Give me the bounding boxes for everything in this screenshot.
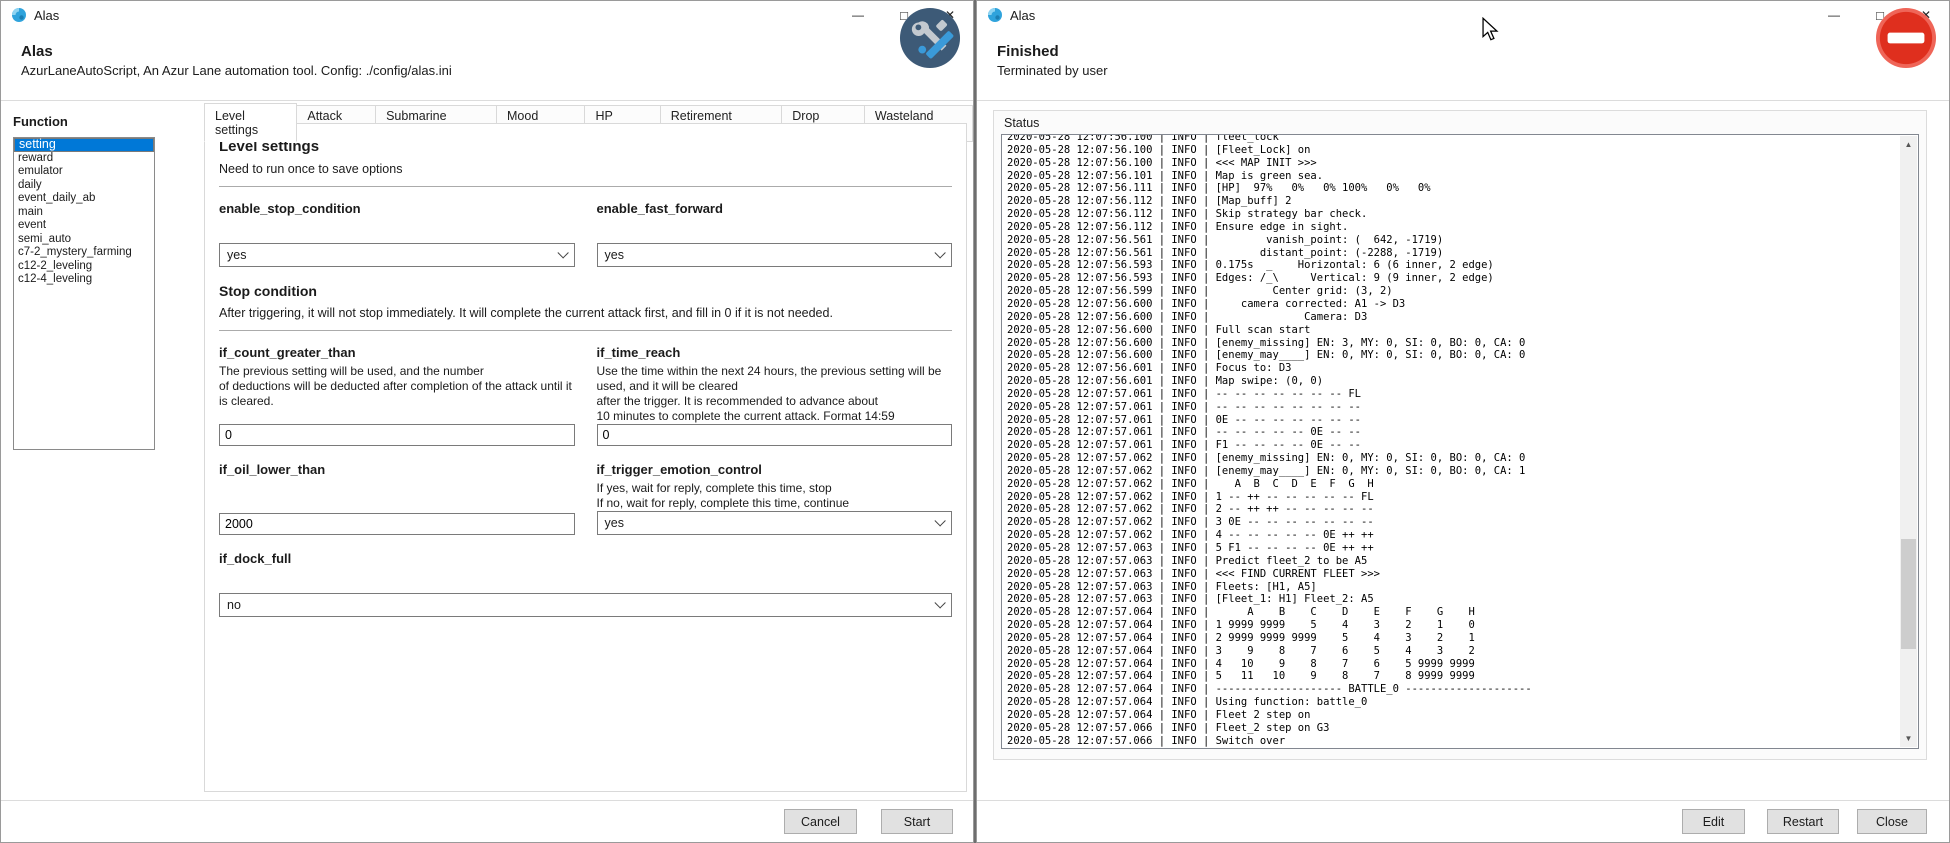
select-value: yes — [605, 248, 624, 262]
field-description: Use the time within the next 24 hours, t… — [597, 364, 953, 424]
log-text: 2020-05-28 12:07:56.100 | INFO | fleet_l… — [1007, 134, 1918, 749]
left-button-bar: Cancel Start — [1, 800, 973, 842]
select-value: yes — [227, 248, 246, 262]
alas-logo-icon — [987, 7, 1003, 23]
function-item-daily[interactable]: daily — [14, 179, 154, 193]
function-item-event[interactable]: event — [14, 219, 154, 233]
field-label: enable_stop_condition — [219, 201, 575, 216]
field-label: if_count_greater_than — [219, 345, 575, 360]
titlebar[interactable]: Alas — □ ✕ — [1, 1, 973, 29]
minimize-button[interactable]: — — [835, 1, 881, 29]
titlebar[interactable]: Alas — □ ✕ — [977, 1, 1949, 29]
function-item-c12-2_leveling[interactable]: c12-2_leveling — [14, 260, 154, 274]
field-if-trigger-emotion-control: if_trigger_emotion_control If yes, wait … — [597, 462, 953, 535]
field-description: The previous setting will be used, and t… — [219, 364, 575, 409]
section-heading-stop-condition: Stop condition — [219, 283, 952, 299]
section-note-level-settings: Need to run once to save options — [219, 162, 952, 176]
config-subtitle: AzurLaneAutoScript, An Azur Lane automat… — [21, 63, 953, 78]
function-item-emulator[interactable]: emulator — [14, 165, 154, 179]
chevron-down-icon — [934, 597, 945, 608]
window-title: Alas — [1010, 8, 1035, 23]
chevron-down-icon — [934, 515, 945, 526]
stop-icon — [1875, 7, 1937, 69]
run-status-subtitle: Terminated by user — [997, 63, 1929, 78]
section-note-stop-condition: After triggering, it will not stop immed… — [219, 306, 952, 320]
alas-logo-icon — [11, 7, 27, 23]
restart-button[interactable]: Restart — [1767, 809, 1839, 834]
config-header: Alas AzurLaneAutoScript, An Azur Lane au… — [1, 29, 973, 101]
window-title: Alas — [34, 8, 59, 23]
enable-stop-condition-select[interactable]: yes — [219, 243, 575, 267]
if-time-reach-input[interactable] — [597, 424, 953, 446]
status-label: Status — [1004, 116, 1039, 130]
tab-level-settings[interactable]: Level settings — [204, 103, 297, 142]
function-item-c7-2_mystery_farming[interactable]: c7-2_mystery_farming — [14, 246, 154, 260]
field-description: If yes, wait for reply, complete this ti… — [597, 481, 953, 511]
alas-log-window: Alas — □ ✕ Finished Terminated by user S… — [976, 0, 1950, 843]
field-label: if_dock_full — [219, 551, 952, 566]
chevron-down-icon — [934, 247, 945, 258]
function-list[interactable]: settingrewardemulatordailyevent_daily_ab… — [13, 137, 155, 450]
field-if-count-greater-than: if_count_greater_than The previous setti… — [219, 345, 575, 446]
function-item-semi_auto[interactable]: semi_auto — [14, 233, 154, 247]
field-enable-fast-forward: enable_fast_forward yes — [597, 201, 953, 267]
field-if-oil-lower-than: if_oil_lower_than — [219, 462, 575, 535]
right-button-bar: Edit Restart Close — [977, 800, 1949, 842]
field-label: enable_fast_forward — [597, 201, 953, 216]
settings-pane: Level settings Need to run once to save … — [204, 123, 967, 792]
cancel-button[interactable]: Cancel — [784, 809, 857, 834]
if-oil-lower-than-input[interactable] — [219, 513, 575, 535]
edit-button[interactable]: Edit — [1682, 809, 1745, 834]
function-item-event_daily_ab[interactable]: event_daily_ab — [14, 192, 154, 206]
wrench-screwdriver-icon — [899, 7, 961, 69]
chevron-down-icon — [557, 247, 568, 258]
function-item-reward[interactable]: reward — [14, 152, 154, 166]
alas-config-window: Alas — □ ✕ Alas AzurLaneAutoScript, An A… — [0, 0, 974, 843]
run-header: Finished Terminated by user — [977, 29, 1949, 101]
field-enable-stop-condition: enable_stop_condition yes — [219, 201, 575, 267]
scroll-up-icon[interactable]: ▲ — [1900, 136, 1917, 153]
log-output[interactable]: 2020-05-28 12:07:56.100 | INFO | fleet_l… — [1001, 134, 1919, 749]
function-label: Function — [13, 114, 185, 129]
function-item-c12-4_leveling[interactable]: c12-4_leveling — [14, 273, 154, 287]
if-trigger-emotion-control-select[interactable]: yes — [597, 511, 953, 535]
minimize-button[interactable]: — — [1811, 1, 1857, 29]
enable-fast-forward-select[interactable]: yes — [597, 243, 953, 267]
if-count-greater-than-input[interactable] — [219, 424, 575, 446]
function-sidebar: Function settingrewardemulatordailyevent… — [1, 102, 197, 798]
field-label: if_oil_lower_than — [219, 462, 575, 477]
function-item-setting[interactable]: setting — [14, 138, 154, 152]
if-dock-full-select[interactable]: no — [219, 593, 952, 617]
field-if-time-reach: if_time_reach Use the time within the ne… — [597, 345, 953, 446]
status-groupbox: Status 2020-05-28 12:07:56.100 | INFO | … — [993, 110, 1927, 760]
scroll-down-icon[interactable]: ▼ — [1900, 730, 1917, 747]
close-action-button[interactable]: Close — [1857, 809, 1927, 834]
mouse-cursor — [1480, 17, 1500, 41]
select-value: no — [227, 598, 241, 612]
divider — [219, 186, 952, 187]
start-button[interactable]: Start — [881, 809, 953, 834]
select-value: yes — [605, 516, 624, 530]
log-scrollbar[interactable]: ▲ ▼ — [1900, 136, 1917, 747]
scrollbar-thumb[interactable] — [1901, 539, 1916, 649]
field-label: if_trigger_emotion_control — [597, 462, 953, 477]
field-if-dock-full: if_dock_full no — [219, 551, 952, 617]
section-heading-level-settings: Level settings — [219, 138, 952, 155]
function-item-main[interactable]: main — [14, 206, 154, 220]
field-label: if_time_reach — [597, 345, 953, 360]
run-status-title: Finished — [997, 43, 1929, 60]
divider — [219, 330, 952, 331]
config-title: Alas — [21, 43, 953, 60]
